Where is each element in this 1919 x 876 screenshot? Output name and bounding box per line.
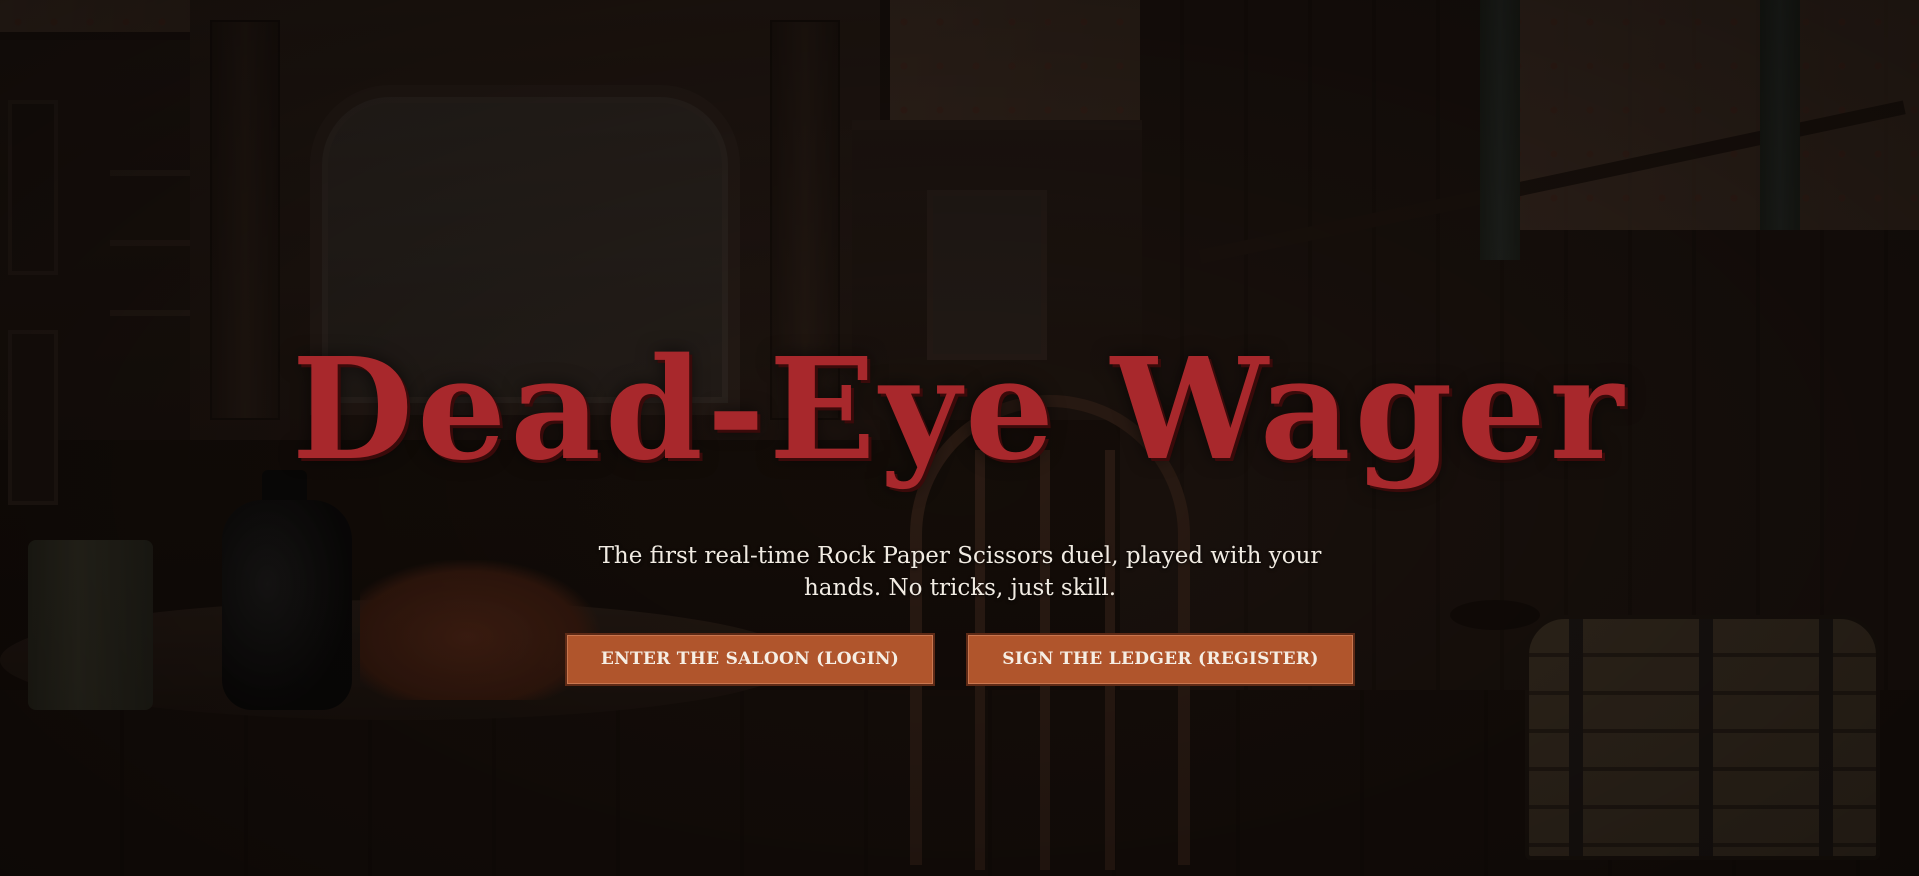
register-button[interactable]: SIGN THE LEDGER (REGISTER): [966, 633, 1355, 686]
login-button[interactable]: ENTER THE SALOON (LOGIN): [565, 633, 935, 686]
tagline: The first real-time Rock Paper Scissors …: [598, 543, 1322, 601]
page-title: Dead-Eye Wager: [291, 328, 1628, 492]
hero-section: Dead-Eye Wager The first real-time Rock …: [0, 0, 1919, 876]
saloon-background: Dead-Eye Wager The first real-time Rock …: [0, 0, 1919, 876]
